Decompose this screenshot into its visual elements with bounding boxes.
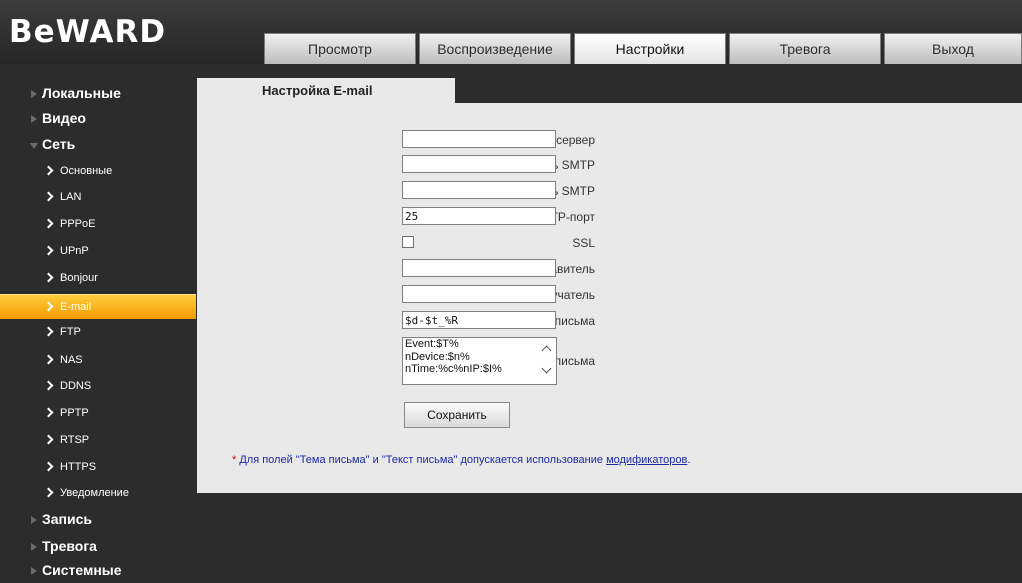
save-button[interactable]: Сохранить <box>404 402 510 428</box>
sidebar-item-lan[interactable]: LAN <box>0 185 196 210</box>
sidebar-item-upnp[interactable]: UPnP <box>0 239 196 264</box>
chevron-right-icon <box>43 245 54 256</box>
chevron-right-icon <box>43 301 54 312</box>
modifiers-note: * Для полей "Тема письма" и "Текст письм… <box>232 454 690 466</box>
triangle-right-icon <box>31 115 37 123</box>
body-line: nDevice:$n% <box>405 350 470 363</box>
sidebar-item-label: Сеть <box>42 136 76 152</box>
sidebar-item-label: Системные <box>42 562 122 578</box>
body-textarea[interactable]: Event:$T% nDevice:$n% nTime:%c%nIP:$I% <box>402 337 557 385</box>
sidebar-item-label: E-mail <box>60 301 92 313</box>
sidebar-item-label: FTP <box>60 326 81 338</box>
smtp-port-row: SMTP-порт 25 <box>197 207 1022 229</box>
chevron-right-icon <box>43 326 54 337</box>
sidebar-item-label: DDNS <box>60 380 92 392</box>
sidebar-item-label: PPPoE <box>60 218 96 230</box>
sidebar-item-system[interactable]: Системные <box>0 558 196 583</box>
triangle-right-icon <box>31 567 37 575</box>
note-period: . <box>687 454 691 466</box>
smtp-user-row: Пользователь SMTP <box>197 155 1022 177</box>
modifiers-link[interactable]: модификаторов <box>606 454 687 466</box>
body-line: nTime:%c%nIP:$I% <box>405 363 502 375</box>
triangle-right-icon <box>31 90 37 98</box>
email-settings-panel: SMTP-сервер Пользователь SMTP Пароль SMT… <box>197 103 1022 493</box>
sidebar-item-notification[interactable]: Уведомление <box>0 481 196 506</box>
sidebar-item-bonjour[interactable]: Bonjour <box>0 266 196 291</box>
body-row: Текст письма Event:$T% nDevice:$n% nTime… <box>197 337 1022 387</box>
tab-settings[interactable]: Настройки <box>574 33 726 64</box>
sidebar-item-label: RTSP <box>60 434 90 446</box>
tab-alarm[interactable]: Тревога <box>729 33 881 64</box>
ssl-checkbox[interactable] <box>402 236 414 248</box>
chevron-right-icon <box>43 434 54 445</box>
ssl-label: SSL <box>572 236 595 250</box>
chevron-right-icon <box>43 461 54 472</box>
sidebar-item-video[interactable]: Видео <box>0 106 196 131</box>
sender-row: Отправитель <box>197 259 1022 281</box>
recipient-row: Получатель <box>197 285 1022 307</box>
tab-exit[interactable]: Выход <box>884 33 1022 64</box>
chevron-right-icon <box>43 354 54 365</box>
sidebar-item-nas[interactable]: NAS <box>0 348 196 373</box>
sidebar-item-label: Уведомление <box>60 487 129 499</box>
sidebar-item-label: Bonjour <box>60 272 98 284</box>
triangle-down-icon <box>30 143 38 149</box>
sidebar-item-ftp[interactable]: FTP <box>0 320 196 345</box>
sidebar-item-record[interactable]: Запись <box>0 507 196 532</box>
sidebar-item-label: NAS <box>60 354 83 366</box>
sidebar-item-label: Видео <box>42 110 86 126</box>
chevron-right-icon <box>43 272 54 283</box>
content-tab-email: Настройка E-mail <box>197 78 455 104</box>
sidebar-item-label: LAN <box>60 191 82 203</box>
sidebar-item-label: HTTPS <box>60 461 97 473</box>
ssl-row: SSL <box>197 233 1022 255</box>
sidebar-item-rtsp[interactable]: RTSP <box>0 428 196 453</box>
body-line: Event:$T% <box>405 338 459 350</box>
recipient-input[interactable] <box>402 285 556 303</box>
triangle-right-icon <box>31 543 37 551</box>
sidebar-item-label: Локальные <box>42 85 121 101</box>
sidebar-item-label: UPnP <box>60 245 89 257</box>
subject-row: Тема письма $d-$t_%R <box>197 311 1022 333</box>
header-bar: BeWARD Просмотр Воспроизведение Настройк… <box>0 0 1022 64</box>
chevron-right-icon <box>43 191 54 202</box>
note-asterisk: * <box>232 454 237 466</box>
smtp-server-input[interactable] <box>402 130 556 148</box>
sidebar-item-basic[interactable]: Основные <box>0 159 196 184</box>
beward-logo: BeWARD <box>9 14 167 50</box>
chevron-right-icon <box>43 487 54 498</box>
chevron-right-icon <box>43 165 54 176</box>
tab-view[interactable]: Просмотр <box>264 33 416 64</box>
smtp-server-row: SMTP-сервер <box>197 130 1022 152</box>
tab-playback[interactable]: Воспроизведение <box>419 33 571 64</box>
content-tab-title: Настройка E-mail <box>262 83 373 98</box>
smtp-port-input[interactable]: 25 <box>402 207 556 225</box>
sidebar-item-https[interactable]: HTTPS <box>0 455 196 480</box>
smtp-password-input[interactable] <box>402 181 556 199</box>
sidebar-item-alarm[interactable]: Тревога <box>0 534 196 559</box>
triangle-right-icon <box>31 516 37 524</box>
subject-input[interactable]: $d-$t_%R <box>402 311 556 329</box>
sidebar-item-email[interactable]: E-mail <box>0 294 196 319</box>
sidebar-item-pptp[interactable]: PPTP <box>0 401 196 426</box>
smtp-password-row: Пароль SMTP <box>197 181 1022 203</box>
sidebar-item-network[interactable]: Сеть <box>0 132 196 157</box>
sidebar-item-label: Основные <box>60 165 113 177</box>
sidebar-item-local[interactable]: Локальные <box>0 81 196 106</box>
sender-input[interactable] <box>402 259 556 277</box>
chevron-right-icon <box>43 218 54 229</box>
chevron-right-icon <box>43 407 54 418</box>
sidebar-item-label: Запись <box>42 511 93 527</box>
sidebar-item-label: Тревога <box>42 538 97 554</box>
chevron-right-icon <box>43 380 54 391</box>
note-text: Для полей "Тема письма" и "Текст письма"… <box>239 454 604 466</box>
smtp-user-input[interactable] <box>402 155 556 173</box>
sidebar-item-label: PPTP <box>60 407 89 419</box>
sidebar-item-ddns[interactable]: DDNS <box>0 374 196 399</box>
sidebar-item-pppoe[interactable]: PPPoE <box>0 212 196 237</box>
